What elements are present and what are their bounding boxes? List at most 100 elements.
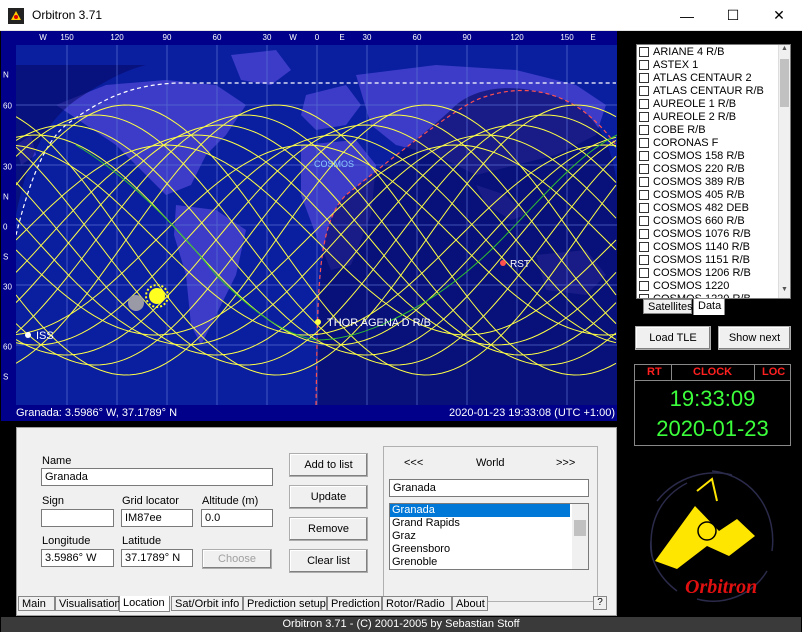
latitude-field[interactable]: 37.1789° N bbox=[121, 549, 193, 567]
satellite-checkbox[interactable] bbox=[639, 163, 649, 174]
satellite-name: ATLAS CENTAUR R/B bbox=[653, 84, 764, 97]
satellite-list-item[interactable]: COSMOS 158 R/B bbox=[637, 149, 790, 162]
satellite-list-item[interactable]: COSMOS 482 DEB bbox=[637, 201, 790, 214]
satellite-checkbox[interactable] bbox=[639, 215, 649, 226]
satellite-checkbox[interactable] bbox=[639, 280, 649, 291]
rst-marker[interactable] bbox=[500, 260, 506, 266]
lon-scale-label: 30 bbox=[362, 33, 372, 42]
satellite-list-item[interactable]: COSMOS 1140 R/B bbox=[637, 240, 790, 253]
world-map[interactable]: ISS THOR AGENA D R/B RST COSMOS bbox=[16, 45, 617, 405]
longitude-field[interactable]: 3.5986° W bbox=[41, 549, 114, 567]
map-longitude-scale: W 150 120 90 60 30 W 0 E 30 60 90 120 15… bbox=[1, 31, 617, 45]
city-search-field[interactable]: Granada bbox=[389, 479, 589, 497]
choose-button[interactable]: Choose bbox=[202, 549, 272, 569]
rt-indicator[interactable]: RT bbox=[647, 366, 662, 378]
remove-button[interactable]: Remove bbox=[289, 517, 368, 541]
satellite-list-item[interactable]: COSMOS 220 R/B bbox=[637, 162, 790, 175]
help-button[interactable]: ? bbox=[593, 596, 607, 610]
tab-main[interactable]: Main bbox=[18, 596, 55, 611]
satellite-list-item[interactable]: CORONAS F bbox=[637, 136, 790, 149]
satellite-checkbox[interactable] bbox=[639, 267, 649, 278]
satellite-list-scrollbar[interactable]: ▲ ▼ bbox=[778, 45, 790, 298]
iss-marker[interactable] bbox=[25, 332, 31, 338]
scroll-up-icon[interactable]: ▲ bbox=[779, 45, 790, 57]
load-tle-button[interactable]: Load TLE bbox=[635, 326, 711, 350]
satellite-list[interactable]: ARIANE 4 R/B ASTEX 1 ATLAS CENTAUR 2 ATLAS … bbox=[636, 44, 791, 299]
satellite-checkbox[interactable] bbox=[639, 111, 649, 122]
satellite-list-item[interactable]: COSMOS 1206 R/B bbox=[637, 266, 790, 279]
satellite-checkbox[interactable] bbox=[639, 176, 649, 187]
add-to-list-button[interactable]: Add to list bbox=[289, 453, 368, 477]
show-next-button[interactable]: Show next bbox=[718, 326, 791, 350]
prev-region-button[interactable]: <<< bbox=[404, 457, 423, 469]
world-map-canvas[interactable]: ISS THOR AGENA D R/B RST COSMOS bbox=[16, 45, 617, 405]
satellite-checkbox[interactable] bbox=[639, 124, 649, 135]
satellite-list-item[interactable]: COSMOS 1220 bbox=[637, 279, 790, 292]
maximize-button[interactable]: ☐ bbox=[710, 0, 756, 31]
satellite-checkbox[interactable] bbox=[639, 85, 649, 96]
tab-visualisation[interactable]: Visualisation bbox=[55, 596, 121, 611]
satellite-list-item[interactable]: ARIANE 4 R/B bbox=[637, 45, 790, 58]
lon-scale-label: E bbox=[590, 33, 596, 42]
city-list-item[interactable]: Granada bbox=[390, 504, 570, 517]
satellite-checkbox[interactable] bbox=[639, 72, 649, 83]
scroll-thumb[interactable] bbox=[780, 59, 789, 107]
satellite-name: COSMOS 1076 R/B bbox=[653, 227, 751, 240]
name-field[interactable]: Granada bbox=[41, 468, 273, 486]
city-list-item[interactable]: Graz bbox=[390, 530, 588, 543]
satellite-list-item[interactable]: AUREOLE 2 R/B bbox=[637, 110, 790, 123]
tab-location[interactable]: Location bbox=[119, 596, 170, 612]
tab-sat-orbit-info[interactable]: Sat/Orbit info bbox=[171, 596, 243, 611]
satellite-list-item[interactable]: AUREOLE 1 R/B bbox=[637, 97, 790, 110]
city-list-item[interactable]: Grand Rapids bbox=[390, 517, 588, 530]
close-button[interactable]: ✕ bbox=[756, 0, 802, 31]
satellite-list-item[interactable]: COBE R/B bbox=[637, 123, 790, 136]
satellite-checkbox[interactable] bbox=[639, 98, 649, 109]
loc-indicator[interactable]: LOC bbox=[762, 366, 785, 378]
tab-about[interactable]: About bbox=[452, 596, 488, 611]
tab-prediction[interactable]: Prediction bbox=[327, 596, 382, 611]
clear-list-button[interactable]: Clear list bbox=[289, 549, 368, 573]
minimize-button[interactable]: — bbox=[664, 0, 710, 31]
satellite-list-item[interactable]: COSMOS 389 R/B bbox=[637, 175, 790, 188]
window-title: Orbitron 3.71 bbox=[32, 8, 103, 22]
next-region-button[interactable]: >>> bbox=[556, 457, 575, 469]
scroll-down-icon[interactable]: ▼ bbox=[779, 286, 790, 298]
clock-date: 2020-01-23 bbox=[656, 416, 769, 441]
satellite-list-item[interactable]: COSMOS 1076 R/B bbox=[637, 227, 790, 240]
sign-field[interactable] bbox=[41, 509, 114, 527]
altitude-field[interactable]: 0.0 bbox=[201, 509, 273, 527]
satellite-checkbox[interactable] bbox=[639, 189, 649, 200]
satellite-checkbox[interactable] bbox=[639, 46, 649, 57]
satellite-checkbox[interactable] bbox=[639, 254, 649, 265]
satellite-checkbox[interactable] bbox=[639, 150, 649, 161]
clock-time: 19:33:09 bbox=[669, 386, 756, 411]
clock-indicator[interactable]: CLOCK bbox=[693, 366, 732, 378]
lon-scale-label: 120 bbox=[510, 33, 524, 42]
satellite-checkbox[interactable] bbox=[639, 202, 649, 213]
update-button[interactable]: Update bbox=[289, 485, 368, 509]
satellite-list-item[interactable]: ATLAS CENTAUR 2 bbox=[637, 71, 790, 84]
satellite-list-item[interactable]: COSMOS 1151 R/B bbox=[637, 253, 790, 266]
tab-data[interactable]: Data bbox=[693, 298, 725, 315]
satellite-checkbox[interactable] bbox=[639, 241, 649, 252]
satellite-checkbox[interactable] bbox=[639, 137, 649, 148]
city-list[interactable]: Granada Grand Rapids Graz Greensboro Gre… bbox=[389, 503, 589, 570]
tab-rotor-radio[interactable]: Rotor/Radio bbox=[382, 596, 452, 611]
tab-satellites[interactable]: Satellites bbox=[643, 299, 693, 314]
satellite-checkbox[interactable] bbox=[639, 228, 649, 239]
city-list-scrollbar[interactable] bbox=[572, 504, 588, 569]
satellite-list-item[interactable]: ASTEX 1 bbox=[637, 58, 790, 71]
thor-agena-marker[interactable] bbox=[315, 319, 321, 325]
satellite-list-item[interactable]: COSMOS 660 R/B bbox=[637, 214, 790, 227]
city-scroll-thumb[interactable] bbox=[574, 520, 586, 536]
city-list-item[interactable]: Greensboro bbox=[390, 543, 588, 556]
satellite-checkbox[interactable] bbox=[639, 59, 649, 70]
satellite-list-item[interactable]: ATLAS CENTAUR R/B bbox=[637, 84, 790, 97]
grid-locator-field[interactable]: IM87ee bbox=[121, 509, 193, 527]
satellite-list-item[interactable]: COSMOS 405 R/B bbox=[637, 188, 790, 201]
title-bar: Orbitron 3.71 — ☐ ✕ bbox=[0, 0, 802, 31]
lon-scale-label: 90 bbox=[462, 33, 472, 42]
city-list-item[interactable]: Grenoble bbox=[390, 556, 588, 569]
tab-prediction-setup[interactable]: Prediction setup bbox=[243, 596, 327, 611]
